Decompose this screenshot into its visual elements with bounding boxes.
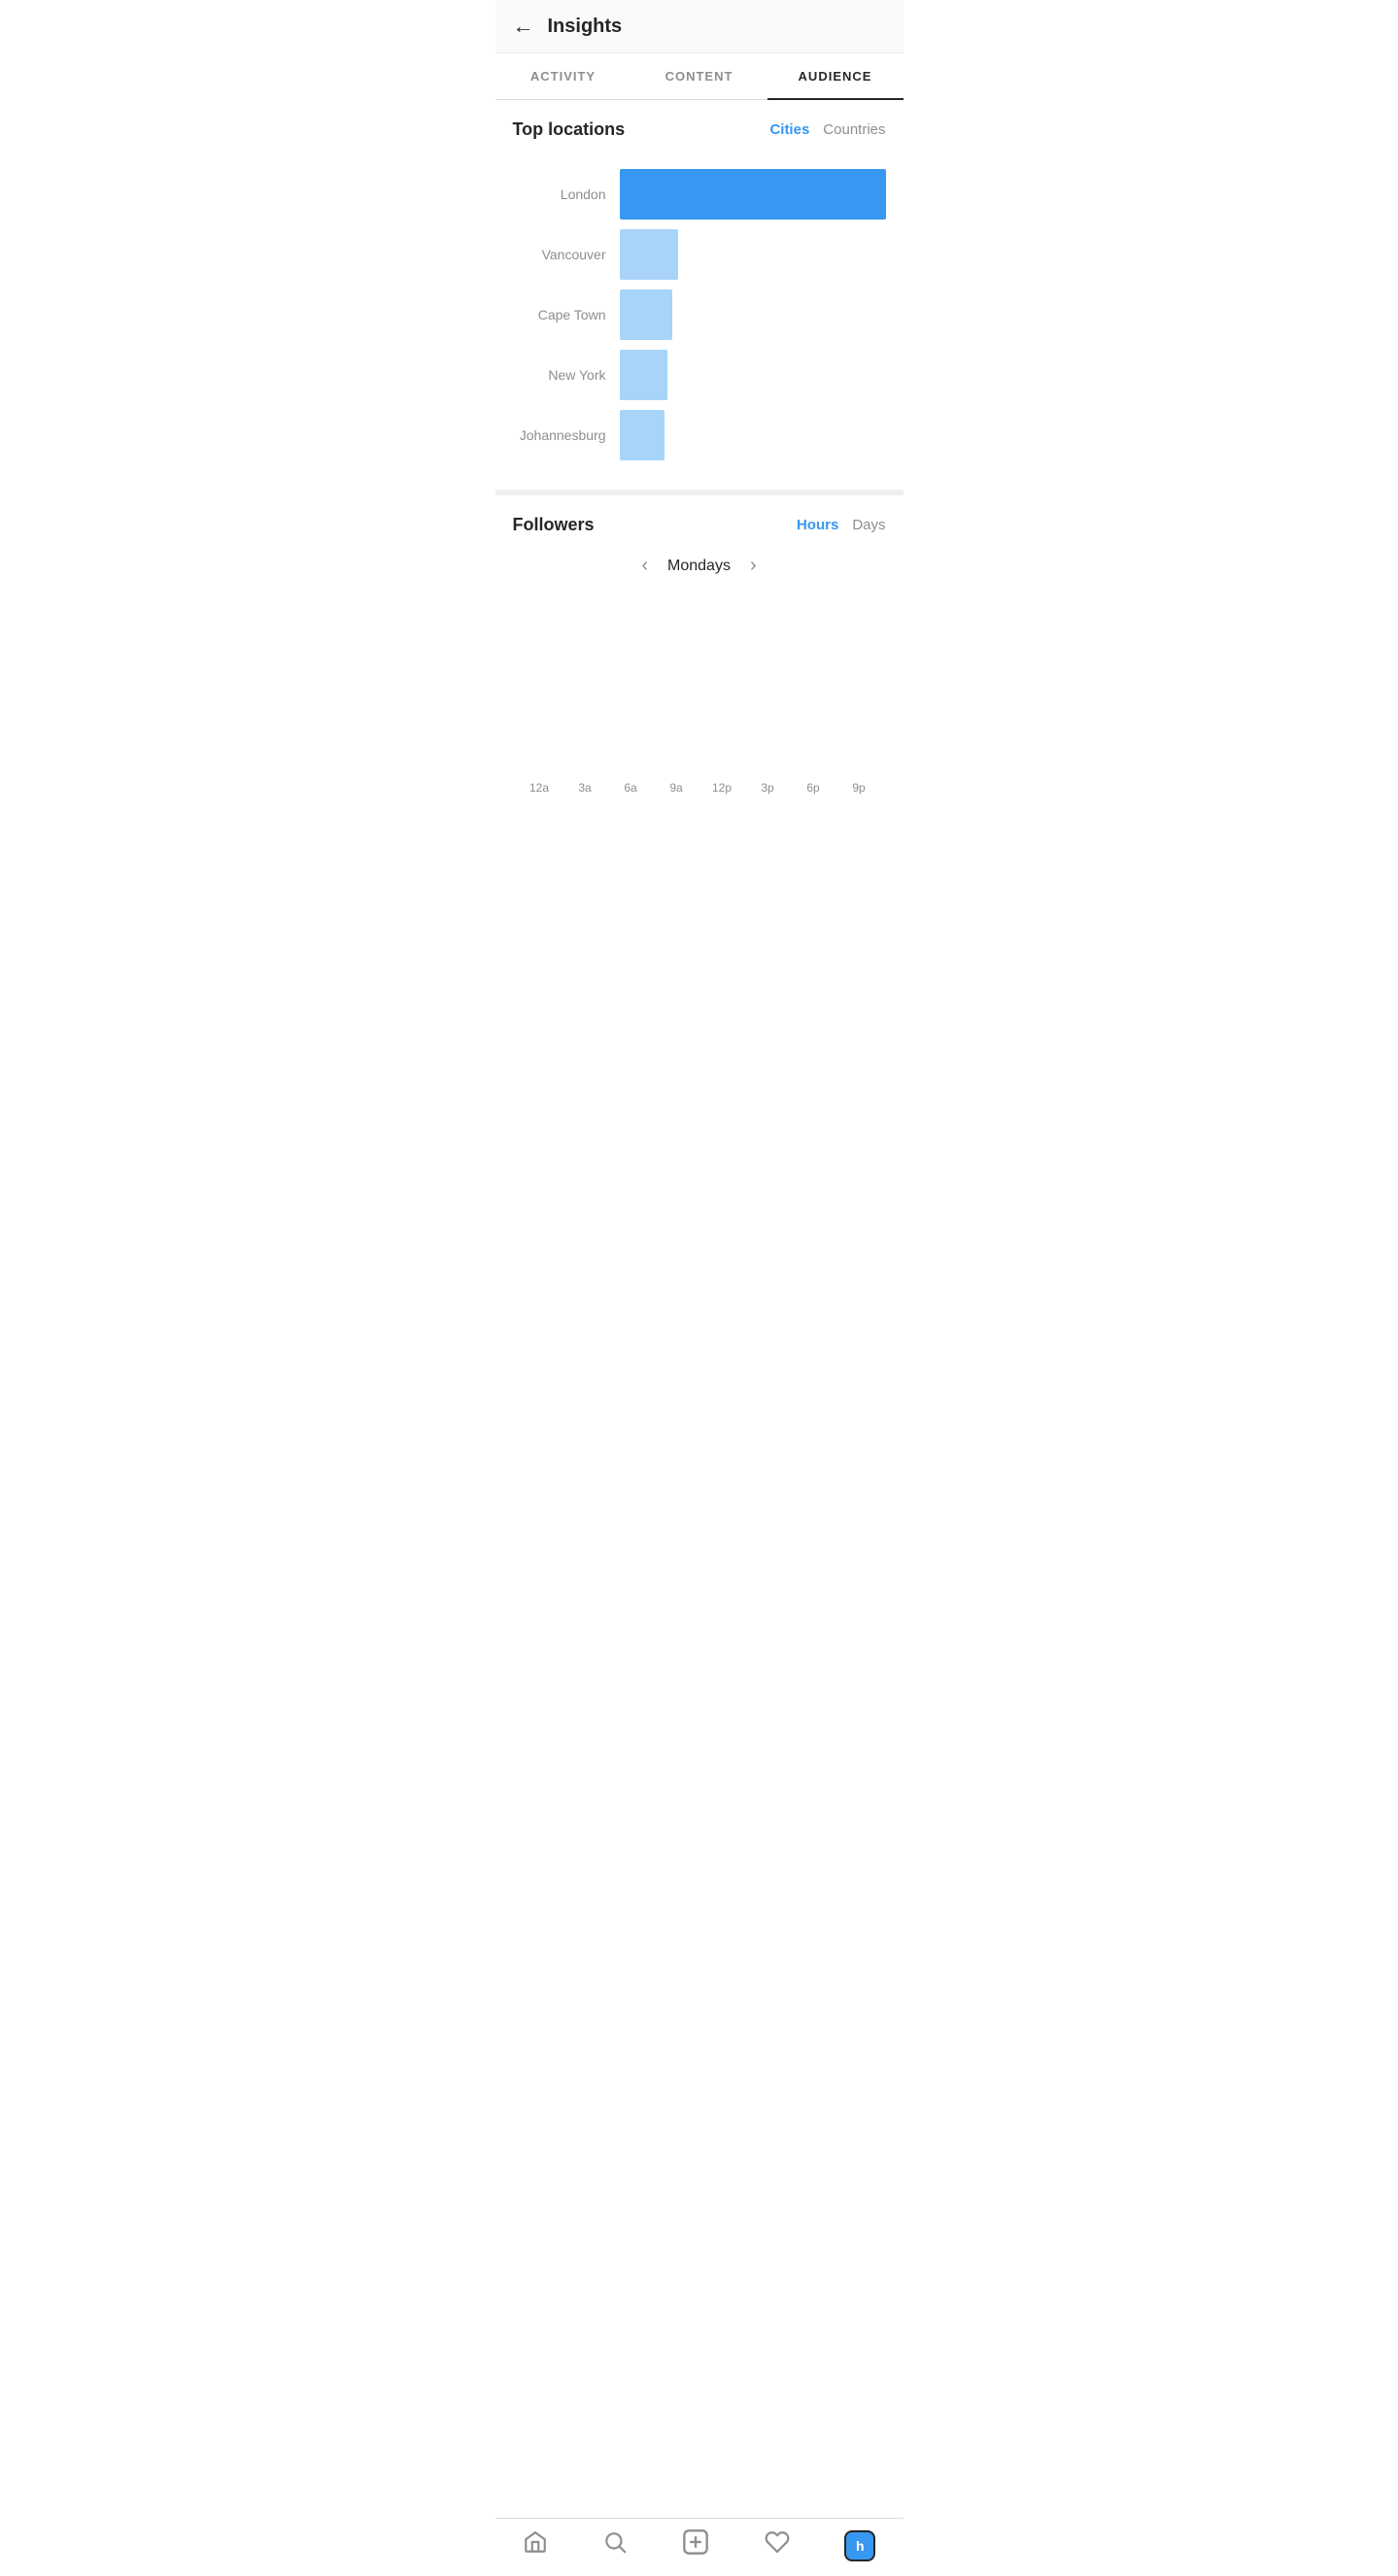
followers-header: Followers Hours Days <box>513 515 886 535</box>
v-bar-label-9p: 9p <box>852 781 865 795</box>
tab-audience[interactable]: AUDIENCE <box>767 53 904 99</box>
top-locations-title: Top locations <box>513 119 626 140</box>
day-navigation: ‹ Mondays › <box>513 555 886 577</box>
bar-label-london: London <box>513 186 620 202</box>
v-bar-label-12a: 12a <box>529 781 549 795</box>
bottom-navigation: h <box>495 2518 904 2576</box>
home-nav-button[interactable] <box>523 2529 548 2561</box>
bar-label-johannesburg: Johannesburg <box>513 427 620 443</box>
bar-fill-newyork <box>620 350 667 400</box>
bar-row-london: London <box>513 169 886 220</box>
bar-label-vancouver: Vancouver <box>513 247 620 262</box>
location-toggle-group: Cities Countries <box>769 121 885 138</box>
v-bar-12a: 12a <box>517 773 563 795</box>
tab-activity[interactable]: ACTIVITY <box>495 53 631 99</box>
bar-row-vancouver: Vancouver <box>513 229 886 280</box>
followers-chart: 12a 3a 6a 9a 12p 3p <box>513 600 886 795</box>
page-title: Insights <box>548 16 623 38</box>
top-locations-header: Top locations Cities Countries <box>513 119 886 140</box>
tab-bar: ACTIVITY CONTENT AUDIENCE <box>495 53 904 100</box>
v-bar-label-12p: 12p <box>712 781 732 795</box>
v-bar-label-9a: 9a <box>669 781 682 795</box>
countries-toggle[interactable]: Countries <box>823 121 885 138</box>
heart-nav-button[interactable] <box>765 2529 790 2561</box>
bar-fill-vancouver <box>620 229 678 280</box>
v-bar-12p: 12p <box>699 773 745 795</box>
followers-toggle-group: Hours Days <box>797 517 886 533</box>
v-bar-6p: 6p <box>791 773 836 795</box>
bar-fill-capetown <box>620 289 673 340</box>
v-bar-6a: 6a <box>608 773 654 795</box>
hours-toggle[interactable]: Hours <box>797 517 838 533</box>
bar-outer-london <box>620 169 886 220</box>
profile-nav-button[interactable]: h <box>844 2530 875 2561</box>
v-bar-3p: 3p <box>745 773 791 795</box>
v-bar-label-6a: 6a <box>624 781 636 795</box>
bar-outer-capetown <box>620 289 886 340</box>
bar-label-capetown: Cape Town <box>513 307 620 322</box>
bar-fill-johannesburg <box>620 410 665 460</box>
next-day-button[interactable]: › <box>750 555 757 577</box>
prev-day-button[interactable]: ‹ <box>641 555 648 577</box>
current-day-label: Mondays <box>667 558 731 575</box>
v-bar-9a: 9a <box>654 773 699 795</box>
bar-fill-london <box>620 169 886 220</box>
bar-outer-vancouver <box>620 229 886 280</box>
search-nav-button[interactable] <box>602 2529 628 2561</box>
v-bar-3a: 3a <box>563 773 608 795</box>
top-locations-section: Top locations Cities Countries London Va… <box>495 100 904 495</box>
tab-content[interactable]: CONTENT <box>631 53 767 99</box>
bar-outer-newyork <box>620 350 886 400</box>
bar-row-newyork: New York <box>513 350 886 400</box>
v-bar-9p: 9p <box>836 773 882 795</box>
v-bar-label-6p: 6p <box>806 781 819 795</box>
bar-row-capetown: Cape Town <box>513 289 886 340</box>
followers-section: Followers Hours Days ‹ Mondays › 12a 3a <box>495 495 904 804</box>
bar-row-johannesburg: Johannesburg <box>513 410 886 460</box>
cities-toggle[interactable]: Cities <box>769 121 809 138</box>
back-button[interactable]: ← <box>513 14 534 39</box>
app-header: ← Insights <box>495 0 904 53</box>
bar-outer-johannesburg <box>620 410 886 460</box>
days-toggle[interactable]: Days <box>852 517 885 533</box>
add-nav-button[interactable] <box>682 2528 709 2562</box>
v-bar-label-3p: 3p <box>761 781 773 795</box>
v-bar-label-3a: 3a <box>578 781 591 795</box>
bar-label-newyork: New York <box>513 367 620 383</box>
followers-title: Followers <box>513 515 595 535</box>
top-locations-chart: London Vancouver Cape Town <box>513 159 886 480</box>
